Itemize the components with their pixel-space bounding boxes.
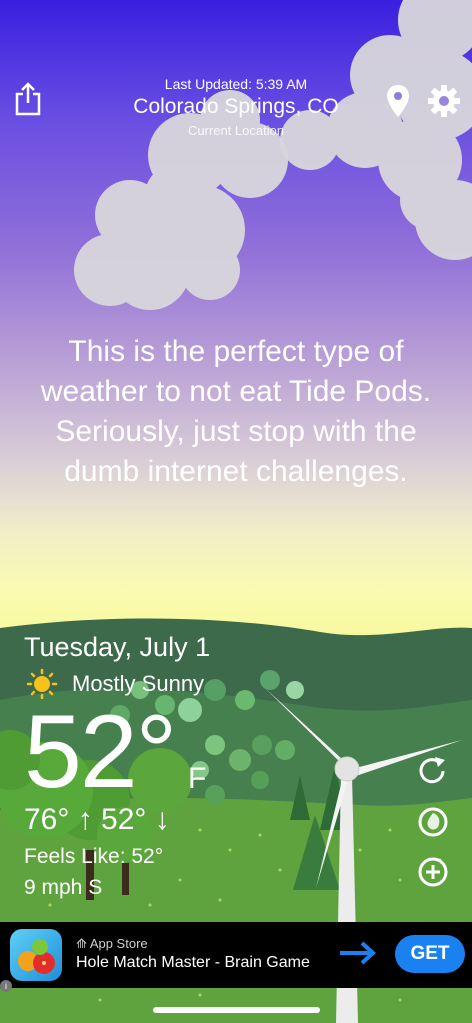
ad-banner[interactable]: ⟰ App Store Hole Match Master - Brain Ga… — [0, 922, 472, 988]
location-pin-icon[interactable] — [386, 84, 410, 123]
ad-title[interactable]: Hole Match Master - Brain Game — [76, 954, 310, 972]
ad-app-icon[interactable] — [10, 929, 62, 981]
gear-icon[interactable] — [428, 85, 460, 122]
high-low-temperature: 76° ↑ 52° ↓ — [24, 803, 170, 836]
ad-get-button[interactable]: GET — [395, 935, 465, 973]
arrow-right-icon — [338, 938, 378, 973]
scene-illustration — [0, 0, 472, 1023]
wind-speed: 9 mph S — [24, 876, 103, 899]
add-location-icon[interactable] — [416, 855, 450, 894]
date-label: Tuesday, July 1 — [24, 632, 211, 662]
home-indicator — [153, 1007, 320, 1013]
ad-info-icon[interactable]: i — [0, 980, 12, 992]
temperature-unit[interactable]: F — [188, 762, 206, 796]
refresh-icon[interactable] — [416, 754, 450, 793]
current-temperature: 52° — [24, 694, 177, 810]
ad-store-label: ⟰ App Store — [76, 936, 148, 952]
app-store-icon: ⟰ — [76, 936, 87, 951]
weather-message: This is the perfect type of weather to n… — [40, 335, 432, 488]
radar-icon[interactable] — [416, 805, 450, 844]
ad-store-text: App Store — [89, 936, 148, 951]
feels-like: Feels Like: 52° — [24, 845, 164, 868]
current-location-label: Current Location — [187, 123, 285, 138]
